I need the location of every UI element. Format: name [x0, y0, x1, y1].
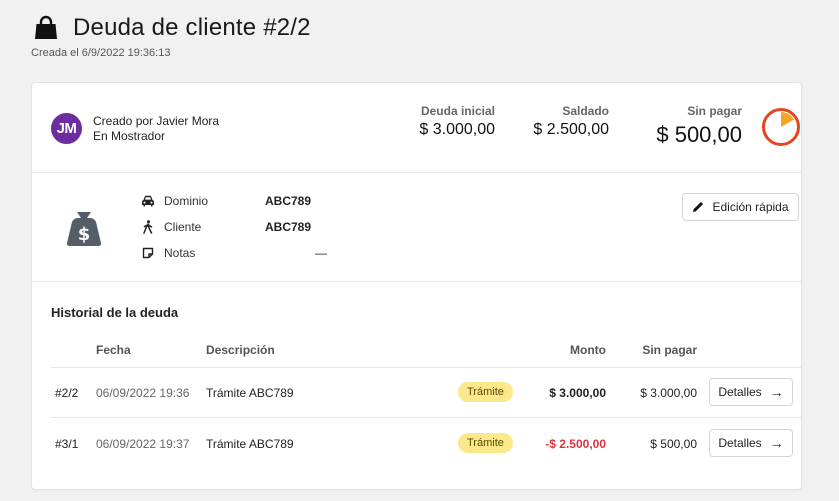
field-cliente: Cliente — [140, 220, 201, 234]
row-date: 06/09/2022 19:37 — [96, 437, 190, 451]
row-description: Trámite ABC789 — [206, 386, 294, 400]
paid-label: Saldado — [562, 104, 609, 118]
unpaid-stat: Sin pagar $ 500,00 — [656, 104, 742, 148]
column-header-amount: Monto — [570, 343, 606, 357]
initial-debt-label: Deuda inicial — [420, 104, 495, 118]
field-notas-value: — — [315, 246, 327, 260]
column-header-description: Descripción — [206, 343, 275, 357]
debt-details: $ Dominio ABC789 Cliente ABC789 Notas — … — [32, 173, 801, 282]
row-unpaid: $ 3.000,00 — [640, 386, 697, 400]
column-header-date: Fecha — [96, 343, 131, 357]
created-by: Creado por Javier Mora — [93, 114, 220, 128]
field-dominio-label: Dominio — [164, 194, 209, 208]
field-notas: Notas — [140, 246, 195, 260]
arrow-right-icon: → — [769, 435, 784, 451]
row-amount: $ 3.000,00 — [549, 386, 606, 400]
car-icon — [140, 194, 156, 208]
row-id: #2/2 — [55, 386, 79, 400]
field-cliente-label: Cliente — [164, 220, 202, 234]
money-bag-icon: $ — [66, 212, 102, 246]
details-label: Detalles — [718, 385, 762, 399]
row-type-badge: Trámite — [458, 433, 513, 453]
person-walking-icon — [140, 220, 156, 234]
created-timestamp: Creada el 6/9/2022 19:36:13 — [31, 47, 171, 59]
avatar: JM — [51, 113, 82, 144]
note-icon — [140, 246, 156, 260]
row-type-badge: Trámite — [458, 382, 513, 402]
debt-card: JM Creado por Javier Mora En Mostrador D… — [31, 82, 802, 490]
field-notas-label: Notas — [164, 246, 196, 260]
page-title: Deuda de cliente #2/2 — [73, 14, 311, 41]
history-title: Historial de la deuda — [51, 305, 179, 320]
row-description: Trámite ABC789 — [206, 437, 294, 451]
row-id: #3/1 — [55, 437, 79, 451]
row-amount: -$ 2.500,00 — [545, 437, 606, 451]
unpaid-label: Sin pagar — [687, 104, 742, 118]
arrow-right-icon: → — [769, 384, 784, 400]
table-divider — [51, 417, 801, 418]
unpaid-value: $ 500,00 — [656, 122, 742, 147]
shopping-bag-icon — [35, 15, 57, 39]
initial-debt-stat: Deuda inicial $ 3.000,00 — [419, 104, 495, 139]
field-dominio: Dominio — [140, 194, 208, 208]
details-label: Detalles — [718, 436, 762, 450]
row-unpaid: $ 500,00 — [650, 437, 697, 451]
initial-debt-value: $ 3.000,00 — [419, 121, 495, 138]
location: En Mostrador — [93, 129, 166, 143]
paid-stat: Saldado $ 2.500,00 — [533, 104, 609, 139]
debt-summary: JM Creado por Javier Mora En Mostrador D… — [32, 83, 801, 173]
table-divider — [51, 367, 801, 368]
pencil-icon — [693, 202, 704, 212]
unpaid-pie-icon — [762, 108, 800, 146]
svg-text:$: $ — [78, 224, 91, 245]
details-button[interactable]: Detalles → — [709, 429, 793, 457]
creator-info: Creado por Javier Mora En Mostrador — [93, 114, 219, 144]
column-header-unpaid: Sin pagar — [642, 343, 697, 357]
field-dominio-value: ABC789 — [265, 194, 312, 208]
paid-value: $ 2.500,00 — [533, 121, 609, 138]
quick-edit-label: Edición rápida — [712, 200, 789, 214]
quick-edit-button[interactable]: Edición rápida — [682, 193, 799, 221]
row-date: 06/09/2022 19:36 — [96, 386, 190, 400]
details-button[interactable]: Detalles → — [709, 378, 793, 406]
page-header: Deuda de cliente #2/2 — [33, 13, 311, 43]
field-cliente-value: ABC789 — [265, 220, 312, 234]
